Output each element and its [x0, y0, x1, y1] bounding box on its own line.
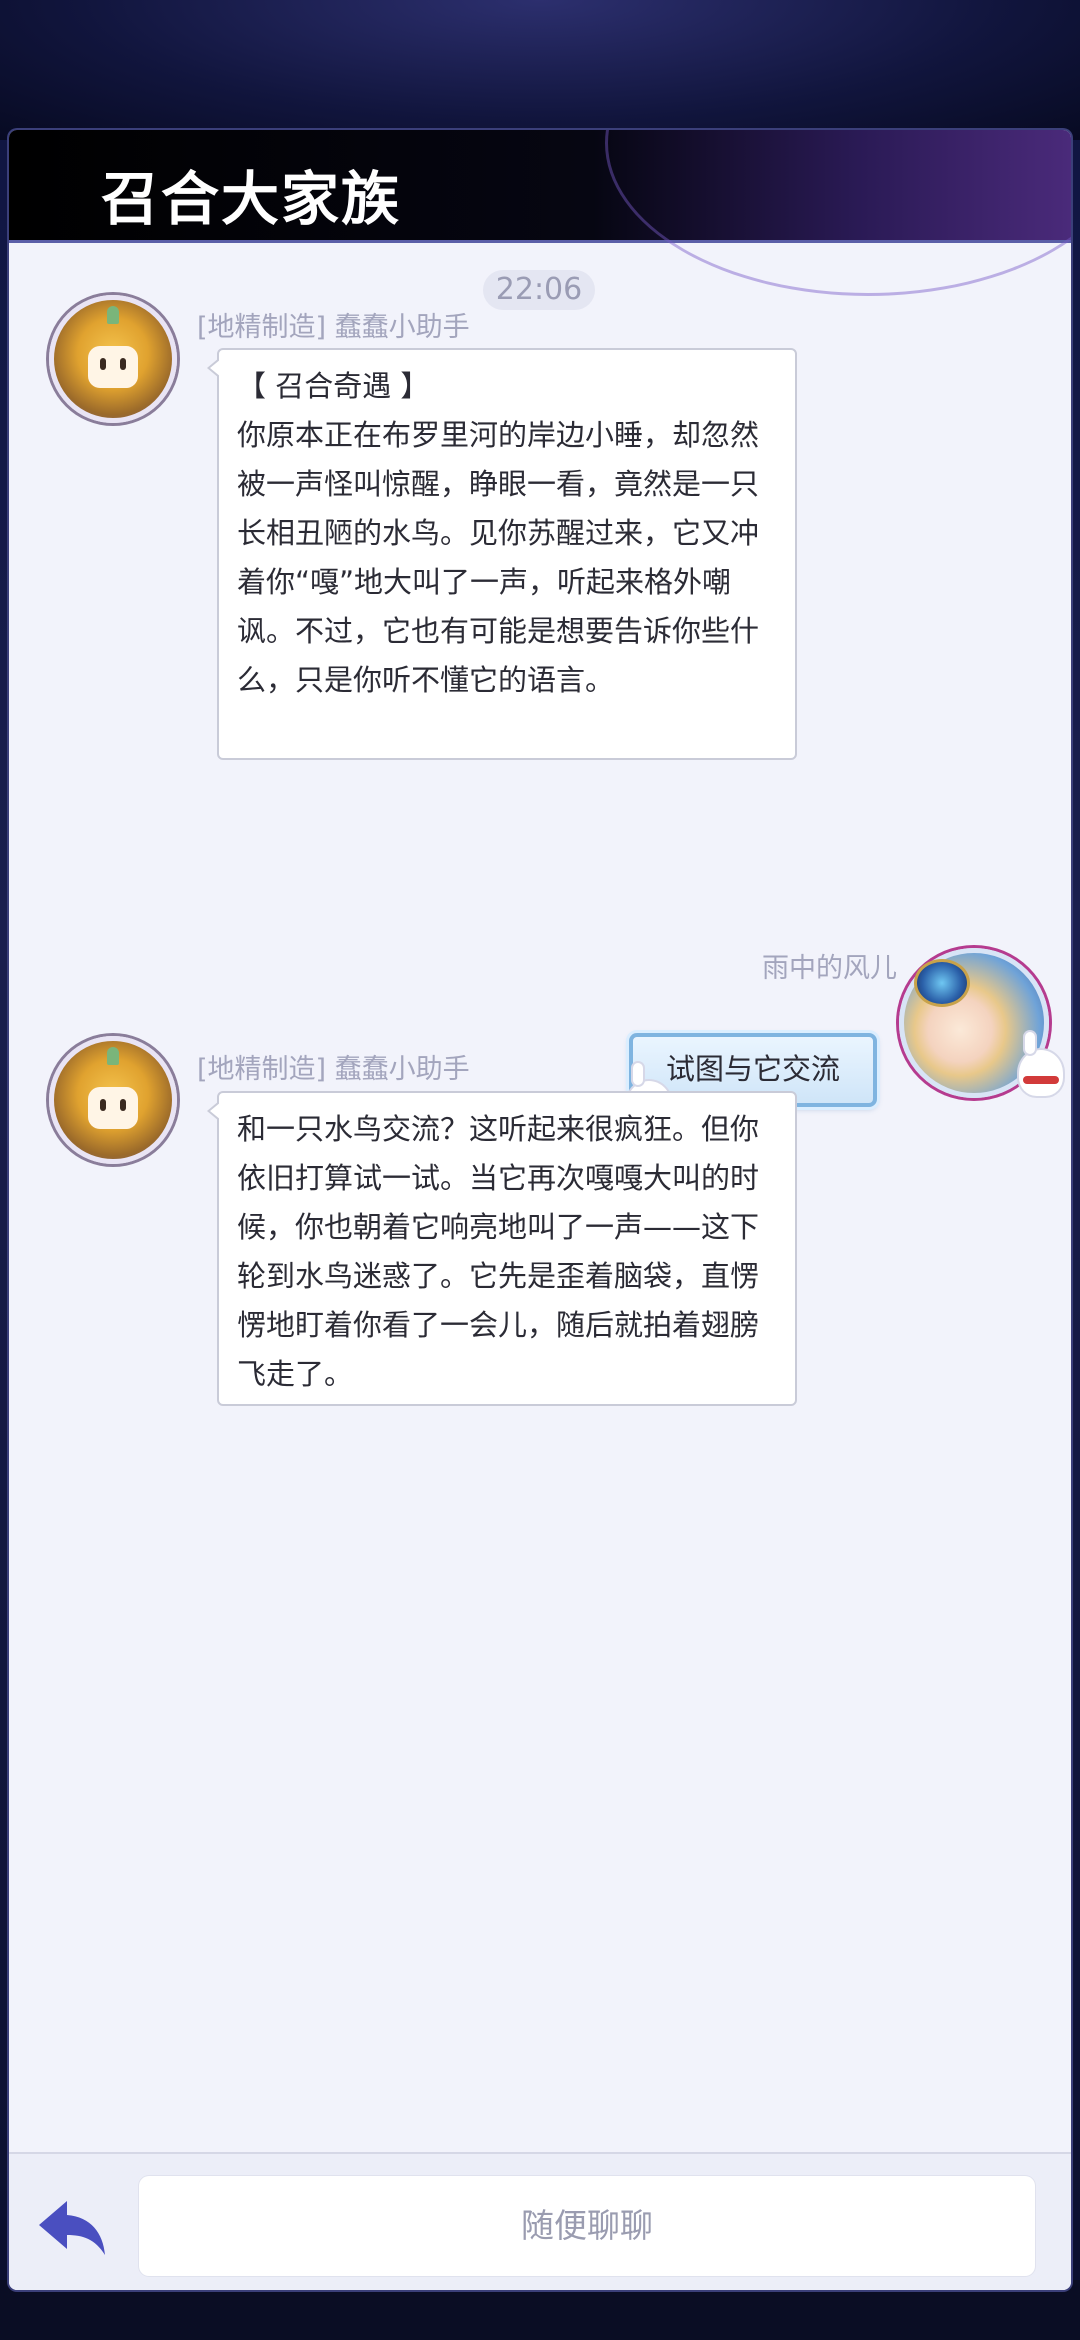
avatar-eye	[100, 358, 106, 370]
avatar-face	[88, 346, 138, 388]
timestamp: 22:06	[483, 270, 595, 310]
input-bar: 随便聊聊	[9, 2152, 1071, 2290]
message-bubble: 【 召合奇遇 】 你原本正在布罗里河的岸边小睡，却忽然被一声怪叫惊醒，睁眼一看，…	[207, 348, 797, 760]
avatar-eye	[120, 1099, 126, 1111]
chat-input[interactable]: 随便聊聊	[139, 2176, 1035, 2276]
avatar-gem	[914, 959, 970, 1007]
avatar-eye	[120, 358, 126, 370]
avatar-antenna	[107, 306, 119, 324]
back-arrow-icon[interactable]	[37, 2197, 109, 2259]
avatar-face	[88, 1087, 138, 1129]
bunny-decoration-icon	[1019, 1032, 1063, 1096]
bunny-scarf	[1023, 1076, 1059, 1084]
page-title: 召合大家族	[101, 165, 402, 233]
header: 召合大家族	[9, 130, 1071, 296]
avatar-antenna	[107, 1047, 119, 1065]
message-list[interactable]: 22:06 [地精制造] 蠢蠢小助手 【 召合奇遇 】 你原本正在布罗里河的岸边…	[9, 243, 1071, 2143]
assistant-avatar[interactable]	[49, 295, 177, 423]
message-bubble: 和一只水鸟交流？这听起来很疯狂。但你依旧打算试一试。当它再次嘎嘎大叫的时候，你也…	[207, 1091, 797, 1406]
user-sender-name: 雨中的风儿	[762, 953, 897, 984]
message-sender: [地精制造] 蠢蠢小助手	[197, 1054, 470, 1085]
chat-panel: 召合大家族 22:06 [地精制造] 蠢蠢小助手 【 召合奇遇 】 你原本正在布…	[9, 130, 1071, 2290]
avatar-eye	[100, 1099, 106, 1111]
top-background	[0, 0, 1080, 140]
assistant-avatar[interactable]	[49, 1036, 177, 1164]
message-sender: [地精制造] 蠢蠢小助手	[197, 312, 470, 343]
